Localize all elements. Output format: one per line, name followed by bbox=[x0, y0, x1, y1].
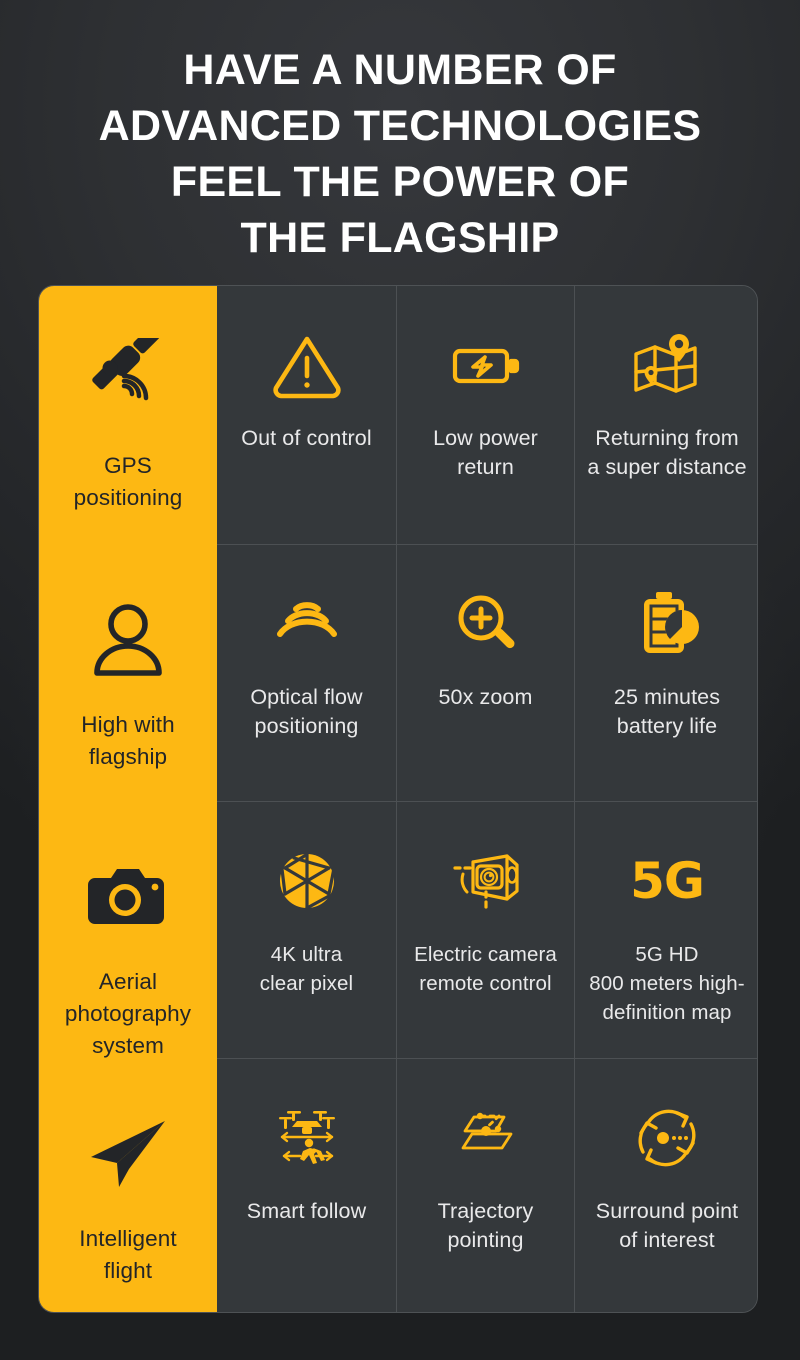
feature-grid: GPS positioning Out of control Low power… bbox=[38, 285, 758, 1313]
feature-cell-high-with-flagship[interactable]: High with flagship bbox=[39, 545, 217, 802]
feature-cell-25-minutes-battery[interactable]: 25 minutes battery life bbox=[575, 545, 757, 802]
feature-label: Low power return bbox=[433, 426, 538, 479]
feature-label: Out of control bbox=[241, 426, 372, 450]
feature-cell-trajectory-pointing[interactable]: Trajectory pointing bbox=[397, 1059, 575, 1312]
battery-bolt-icon bbox=[449, 328, 523, 402]
battery-clock-icon bbox=[630, 587, 704, 661]
5g-text-icon: 5G bbox=[630, 844, 705, 918]
magnifier-plus-icon bbox=[449, 587, 523, 661]
feature-label: Intelligent flight bbox=[79, 1226, 177, 1283]
orbit-arrows-icon bbox=[630, 1101, 704, 1175]
feature-cell-50x-zoom[interactable]: 50x zoom bbox=[397, 545, 575, 802]
feature-cell-returning-super-distance[interactable]: Returning from a super distance bbox=[575, 286, 757, 545]
title-line-3: FEEL THE POWER OF bbox=[170, 158, 630, 206]
poster-root: HAVE A NUMBER OF ADVANCED TECHNOLOGIES F… bbox=[0, 0, 800, 1360]
title-line-1: HAVE A NUMBER OF bbox=[183, 46, 617, 94]
feature-label: 50x zoom bbox=[438, 685, 533, 709]
feature-label: 25 minutes battery life bbox=[613, 685, 721, 738]
title-line-4: THE FLAGSHIP bbox=[240, 214, 560, 262]
satellite-icon bbox=[85, 338, 171, 424]
feature-label: Returning from a super distance bbox=[587, 426, 747, 479]
feature-label: GPS positioning bbox=[73, 453, 183, 510]
waypoint-path-icon bbox=[449, 1101, 523, 1175]
feature-label: Electric camera remote control bbox=[414, 943, 557, 995]
feature-cell-optical-flow-positioning[interactable]: Optical flow positioning bbox=[217, 545, 397, 802]
feature-label: Trajectory pointing bbox=[437, 1199, 534, 1252]
feature-cell-5g-hd-map[interactable]: 5G 5G HD 800 meters high-definition map bbox=[575, 802, 757, 1059]
feature-label: Surround point of interest bbox=[595, 1199, 739, 1252]
feature-cell-out-of-control[interactable]: Out of control bbox=[217, 286, 397, 545]
aperture-icon bbox=[270, 844, 344, 918]
person-icon bbox=[85, 597, 171, 683]
feature-label: High with flagship bbox=[81, 712, 175, 769]
map-pin-icon bbox=[630, 328, 704, 402]
feature-label: 5G HD 800 meters high-definition map bbox=[589, 943, 745, 1024]
feature-label: 4K ultra clear pixel bbox=[259, 943, 354, 995]
camera-icon bbox=[85, 854, 171, 940]
5g-glyph-text: 5G bbox=[630, 852, 705, 910]
feature-cell-4k-ultra-clear-pixel[interactable]: 4K ultra clear pixel bbox=[217, 802, 397, 1059]
feature-label: Aerial photography system bbox=[64, 969, 192, 1058]
feature-label: Smart follow bbox=[246, 1199, 367, 1223]
gimbal-camera-icon bbox=[449, 844, 523, 918]
feature-cell-aerial-photography-system[interactable]: Aerial photography system bbox=[39, 802, 217, 1059]
page-title: HAVE A NUMBER OF ADVANCED TECHNOLOGIES F… bbox=[0, 42, 800, 266]
feature-cell-gps-positioning[interactable]: GPS positioning bbox=[39, 286, 217, 545]
title-line-2: ADVANCED TECHNOLOGIES bbox=[98, 102, 702, 150]
feature-cell-surround-point-of-interest[interactable]: Surround point of interest bbox=[575, 1059, 757, 1312]
warning-triangle-icon bbox=[270, 328, 344, 402]
signal-waves-icon bbox=[270, 587, 344, 661]
feature-cell-electric-camera-remote-control[interactable]: Electric camera remote control bbox=[397, 802, 575, 1059]
feature-cell-low-power-return[interactable]: Low power return bbox=[397, 286, 575, 545]
paper-plane-icon bbox=[85, 1111, 171, 1197]
feature-label: Optical flow positioning bbox=[250, 685, 363, 738]
drone-follow-icon bbox=[270, 1101, 344, 1175]
feature-cell-intelligent-flight[interactable]: Intelligent flight bbox=[39, 1059, 217, 1312]
feature-cell-smart-follow[interactable]: Smart follow bbox=[217, 1059, 397, 1312]
